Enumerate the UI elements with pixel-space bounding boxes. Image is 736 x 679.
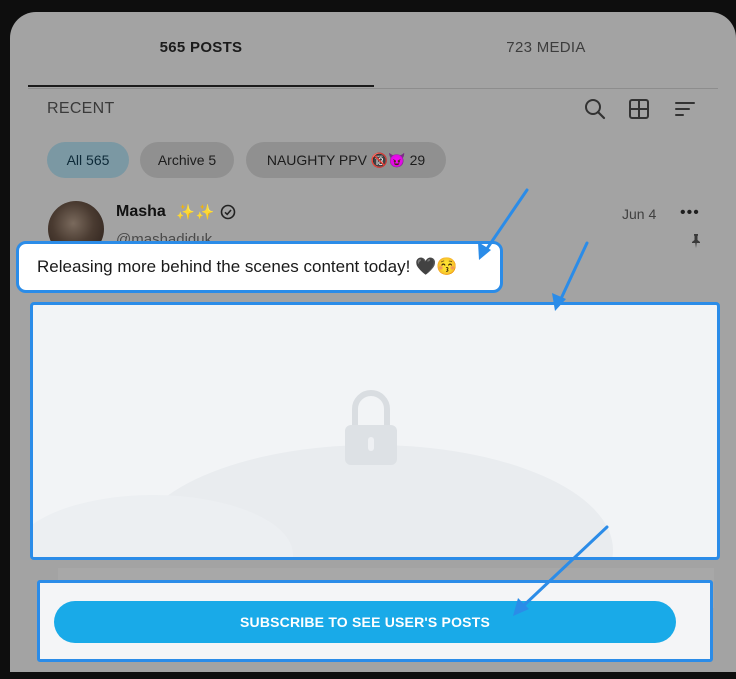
locked-media-art	[33, 390, 613, 557]
active-tab-indicator	[28, 85, 374, 87]
pin-icon	[688, 233, 704, 249]
section-title: RECENT	[47, 100, 115, 117]
tabs-divider	[28, 88, 718, 89]
subscribe-callout: SUBSCRIBE TO SEE USER'S POSTS	[37, 580, 713, 662]
lock-icon	[345, 390, 397, 465]
tab-media[interactable]: 723 MEDIA	[374, 26, 718, 86]
post-date: Jun 4	[622, 206, 657, 222]
chip-naughty-ppv[interactable]: NAUGHTY PPV 🔞😈 29	[246, 142, 446, 178]
locked-media-preview[interactable]	[30, 302, 720, 560]
screenshot-frame: 565 POSTS 723 MEDIA RECENT All 565 Archi…	[0, 0, 736, 679]
grid-icon[interactable]	[626, 96, 652, 122]
search-icon[interactable]	[582, 96, 608, 122]
chip-archive[interactable]: Archive 5	[140, 142, 234, 178]
author-name-emoji: ✨✨	[176, 204, 216, 221]
sort-icon[interactable]	[672, 96, 698, 122]
subscribe-button[interactable]: SUBSCRIBE TO SEE USER'S POSTS	[54, 601, 676, 643]
chip-all[interactable]: All 565	[47, 142, 129, 178]
profile-tabs: 565 POSTS 723 MEDIA	[28, 26, 718, 89]
post-text-callout: Releasing more behind the scenes content…	[16, 241, 503, 293]
author-name[interactable]: Masha	[116, 203, 166, 221]
tab-posts[interactable]: 565 POSTS	[28, 26, 374, 86]
more-options-icon[interactable]: •••	[680, 204, 700, 222]
verified-badge-icon	[220, 204, 236, 220]
post-text: Releasing more behind the scenes content…	[37, 257, 458, 276]
